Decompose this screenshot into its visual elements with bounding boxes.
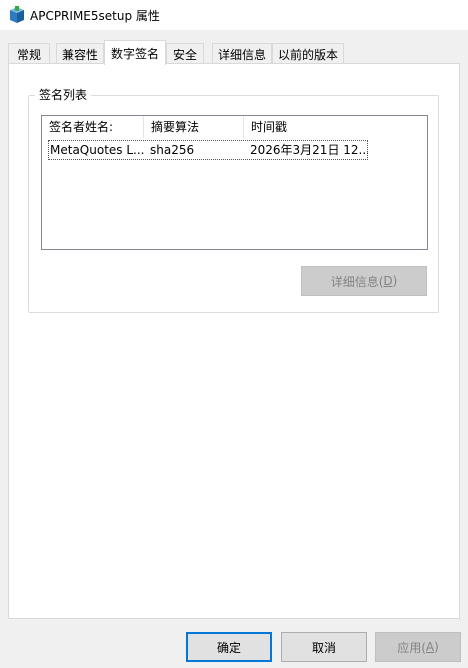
tab-panel: 签名列表 签名者姓名: 摘要算法 时间戳 MetaQuotes L... sha… [8, 63, 460, 619]
tab-general[interactable]: 常规 [8, 43, 50, 64]
cancel-button[interactable]: 取消 [281, 632, 367, 662]
tab-compatibility[interactable]: 兼容性 [56, 43, 104, 64]
tab-details[interactable]: 详细信息 [212, 43, 272, 64]
list-header: 签名者姓名: 摘要算法 时间戳 [42, 116, 427, 138]
title-bar: APCPRIME5setup 属性 [0, 0, 468, 30]
signature-list[interactable]: 签名者姓名: 摘要算法 时间戳 MetaQuotes L... sha256 2… [41, 115, 428, 250]
tab-digital-signatures[interactable]: 数字签名 [104, 40, 166, 65]
timestamp: 2026年3月21日 12... [250, 143, 368, 157]
details-button[interactable]: 详细信息(D) [301, 266, 427, 296]
tab-previous-versions[interactable]: 以前的版本 [272, 43, 344, 64]
installer-box-icon [10, 6, 24, 23]
column-header-signer[interactable]: 签名者姓名: [42, 116, 144, 138]
list-item[interactable]: MetaQuotes L... sha256 2026年3月21日 12... [48, 140, 368, 160]
digest-algorithm: sha256 [150, 143, 195, 157]
tab-security[interactable]: 安全 [166, 43, 204, 64]
column-header-timestamp[interactable]: 时间戳 [244, 116, 428, 138]
apply-button[interactable]: 应用(A) [375, 632, 461, 662]
signature-list-label: 签名列表 [35, 86, 92, 103]
tab-strip: 常规 兼容性 数字签名 安全 详细信息 以前的版本 [0, 40, 468, 65]
ok-button[interactable]: 确定 [186, 632, 272, 662]
signer-name: MetaQuotes L... [50, 143, 144, 157]
column-header-digest[interactable]: 摘要算法 [144, 116, 244, 138]
window-title: APCPRIME5setup 属性 [30, 9, 160, 23]
